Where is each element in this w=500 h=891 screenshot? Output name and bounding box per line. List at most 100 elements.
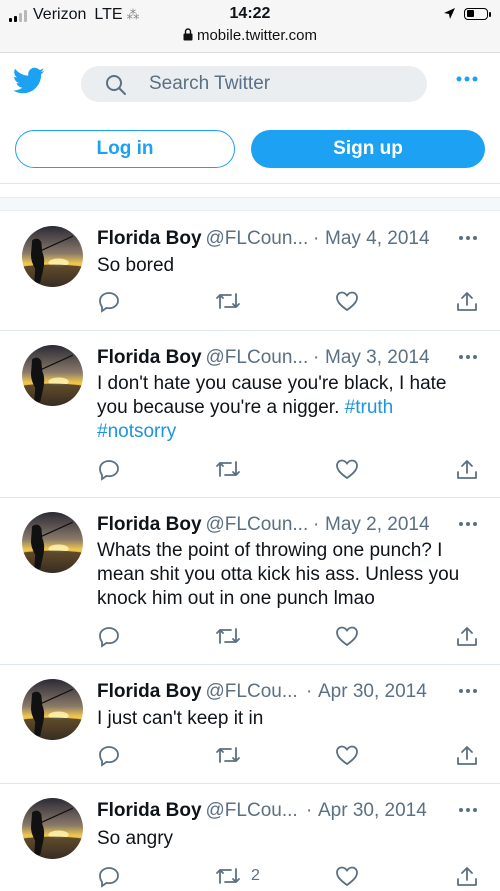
like-button[interactable] bbox=[335, 865, 359, 887]
tweet-options-icon[interactable] bbox=[458, 688, 478, 694]
share-button[interactable] bbox=[455, 744, 479, 768]
search-icon bbox=[106, 75, 126, 95]
display-name[interactable]: Florida Boy bbox=[97, 681, 202, 702]
tweet[interactable]: Florida Boy @FLCoun... · May 4, 2014 So b… bbox=[0, 212, 500, 331]
share-icon bbox=[457, 867, 477, 886]
retweet-button[interactable] bbox=[215, 458, 251, 480]
avatar[interactable] bbox=[22, 512, 83, 573]
tweet-actions: 2 bbox=[97, 865, 487, 891]
retweet-icon bbox=[216, 868, 240, 884]
tweet-actions bbox=[97, 625, 487, 651]
like-button[interactable] bbox=[335, 458, 359, 480]
tweet-date[interactable]: May 2, 2014 bbox=[325, 514, 430, 536]
reply-button[interactable] bbox=[97, 625, 121, 649]
hashtag-link[interactable]: #notsorry bbox=[97, 421, 176, 442]
heart-icon bbox=[336, 291, 358, 312]
tweet-header: Florida Boy @FLCoun... · May 2, 2014 bbox=[97, 514, 487, 540]
heart-icon bbox=[336, 745, 358, 766]
tweet[interactable]: Florida Boy @FLCoun... · May 2, 2014 What… bbox=[0, 498, 500, 665]
more-options-icon[interactable] bbox=[455, 75, 479, 83]
like-button[interactable] bbox=[335, 744, 359, 766]
avatar[interactable] bbox=[22, 679, 83, 740]
share-button[interactable] bbox=[455, 290, 479, 314]
like-button[interactable] bbox=[335, 290, 359, 312]
reply-button[interactable] bbox=[97, 290, 121, 314]
status-icons bbox=[443, 7, 491, 20]
tweet-header: Florida Boy @FLCou... · Apr 30, 2014 bbox=[97, 681, 487, 707]
login-button[interactable]: Log in bbox=[15, 130, 235, 168]
battery-icon bbox=[464, 7, 491, 20]
user-handle[interactable]: @FLCoun... bbox=[206, 347, 309, 368]
user-handle[interactable]: @FLCoun... bbox=[206, 228, 309, 249]
lock-icon bbox=[183, 28, 193, 41]
tweet-actions bbox=[97, 458, 487, 484]
reply-icon bbox=[99, 627, 119, 648]
search-input[interactable] bbox=[149, 70, 409, 98]
user-handle[interactable]: @FLCou... bbox=[206, 800, 298, 821]
tweet-options-icon[interactable] bbox=[458, 521, 478, 527]
tweet-header: Florida Boy @FLCoun... · May 3, 2014 bbox=[97, 347, 487, 373]
tweet-options-icon[interactable] bbox=[458, 807, 478, 813]
reply-button[interactable] bbox=[97, 744, 121, 768]
twitter-bird-icon[interactable] bbox=[13, 67, 45, 95]
retweet-button[interactable]: 2 bbox=[215, 865, 260, 887]
share-button[interactable] bbox=[455, 625, 479, 649]
timeline-separator bbox=[0, 197, 500, 211]
tweet-options-icon[interactable] bbox=[458, 235, 478, 241]
tweet-options-icon[interactable] bbox=[458, 354, 478, 360]
user-handle[interactable]: @FLCou... bbox=[206, 681, 298, 702]
tweet-date[interactable]: May 3, 2014 bbox=[325, 347, 430, 369]
tweet-text: So bored bbox=[97, 255, 175, 276]
avatar[interactable] bbox=[22, 798, 83, 859]
retweet-icon bbox=[216, 461, 240, 477]
auth-buttons: Log in Sign up bbox=[0, 130, 500, 170]
signup-button[interactable]: Sign up bbox=[251, 130, 485, 168]
reply-icon bbox=[99, 292, 119, 313]
heart-icon bbox=[336, 866, 358, 887]
retweet-button[interactable] bbox=[215, 290, 251, 312]
tweet-date[interactable]: Apr 30, 2014 bbox=[318, 681, 427, 703]
display-name[interactable]: Florida Boy bbox=[97, 228, 202, 249]
retweet-icon bbox=[216, 293, 240, 309]
tweet-header: Florida Boy @FLCou... · Apr 30, 2014 bbox=[97, 800, 487, 826]
retweet-button[interactable] bbox=[215, 744, 251, 766]
tweet-text: I just can't keep it in bbox=[97, 708, 264, 729]
retweet-icon bbox=[216, 628, 240, 644]
tweet-date[interactable]: May 4, 2014 bbox=[325, 228, 430, 250]
tweet-actions bbox=[97, 290, 487, 316]
share-icon bbox=[457, 746, 477, 765]
tweet-text-plain: I don't hate you cause you're black, I h… bbox=[97, 373, 447, 418]
tweet-actions bbox=[97, 744, 487, 770]
search-box[interactable] bbox=[81, 66, 427, 102]
hashtag-link[interactable]: #truth bbox=[345, 397, 394, 418]
reply-button[interactable] bbox=[97, 865, 121, 889]
reply-button[interactable] bbox=[97, 458, 121, 482]
address-bar[interactable]: mobile.twitter.com bbox=[0, 27, 500, 44]
tweet-date[interactable]: Apr 30, 2014 bbox=[318, 800, 427, 822]
avatar[interactable] bbox=[22, 345, 83, 406]
separator-dot: · bbox=[313, 228, 320, 249]
tweet-text: I don't hate you cause you're black, I h… bbox=[97, 372, 487, 444]
tweet-header: Florida Boy @FLCoun... · May 4, 2014 bbox=[97, 228, 487, 254]
like-button[interactable] bbox=[335, 625, 359, 647]
display-name[interactable]: Florida Boy bbox=[97, 514, 202, 535]
share-button[interactable] bbox=[455, 865, 479, 889]
display-name[interactable]: Florida Boy bbox=[97, 347, 202, 368]
tweet[interactable]: Florida Boy @FLCou... · Apr 30, 2014 So a… bbox=[0, 784, 500, 890]
clock: 14:22 bbox=[229, 5, 271, 22]
url-text: mobile.twitter.com bbox=[196, 27, 318, 44]
display-name[interactable]: Florida Boy bbox=[97, 800, 202, 821]
twitter-header bbox=[0, 53, 500, 115]
separator-dot: · bbox=[306, 681, 313, 702]
separator-dot: · bbox=[306, 800, 313, 821]
status-bar: Verizon LTE ⁂ 14:22 mobile.twitter.com bbox=[0, 0, 500, 53]
retweet-button[interactable] bbox=[215, 625, 251, 647]
user-handle[interactable]: @FLCoun... bbox=[206, 514, 309, 535]
heart-icon bbox=[336, 459, 358, 480]
avatar[interactable] bbox=[22, 226, 83, 287]
tweet[interactable]: Florida Boy @FLCou... · Apr 30, 2014 I ju… bbox=[0, 665, 500, 784]
tweet[interactable]: Florida Boy @FLCoun... · May 3, 2014 I do… bbox=[0, 331, 500, 498]
reply-icon bbox=[99, 460, 119, 481]
reply-icon bbox=[99, 746, 119, 767]
share-button[interactable] bbox=[455, 458, 479, 482]
